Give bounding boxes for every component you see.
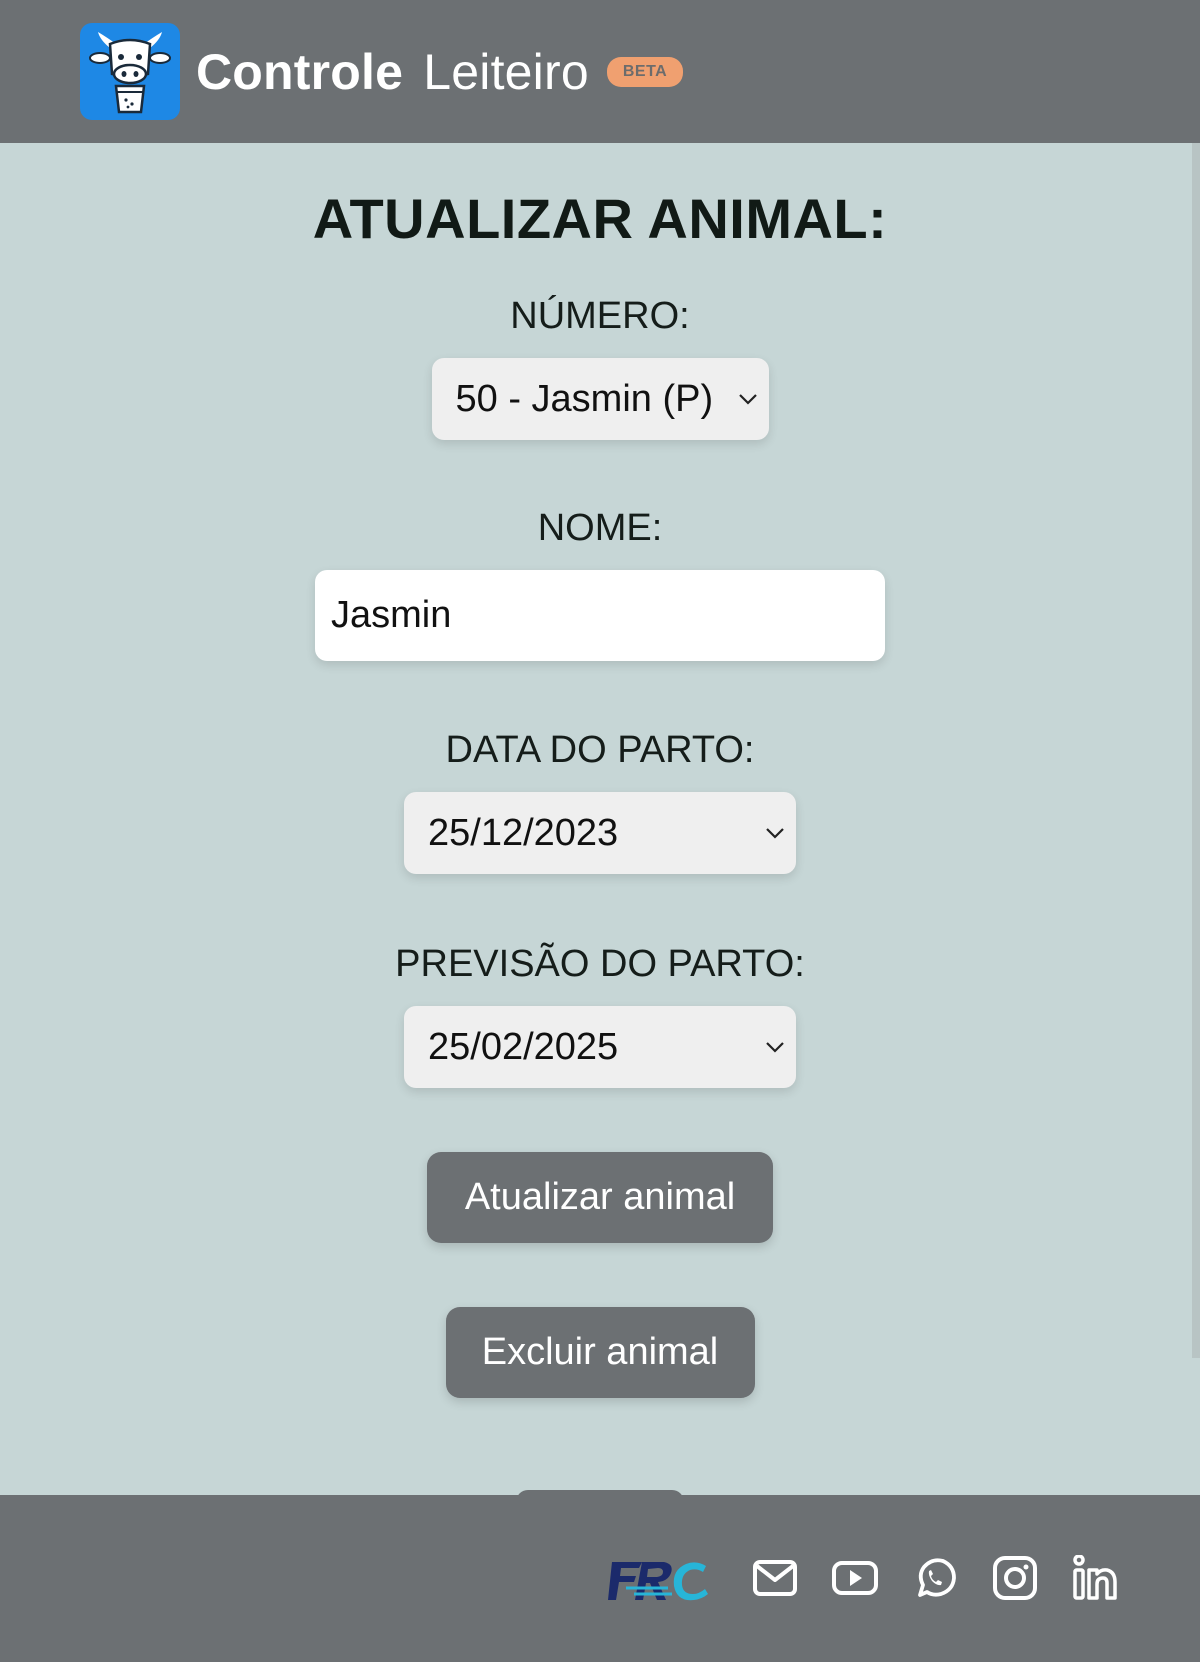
app-name: Controle Leiteiro [196, 43, 589, 101]
numero-select[interactable]: 50 - Jasmin (P) [431, 358, 769, 440]
previsao-parto-value: 25/02/2025 [428, 1025, 619, 1068]
nome-input-value: Jasmin [331, 594, 452, 636]
frc-logo-icon[interactable] [608, 1558, 710, 1604]
chevron-down-icon [766, 1042, 784, 1053]
app-name-light: Leiteiro [423, 43, 589, 100]
mail-icon[interactable] [752, 1555, 798, 1601]
previsao-parto-select[interactable]: 25/02/2025 [404, 1006, 796, 1088]
update-animal-button[interactable]: Atualizar animal [427, 1152, 773, 1243]
delete-animal-button[interactable]: Excluir animal [445, 1307, 755, 1398]
whatsapp-icon[interactable] [912, 1555, 958, 1601]
beta-badge: BETA [606, 56, 684, 87]
chevron-down-icon [766, 828, 784, 839]
nome-label: NOME: [537, 507, 663, 549]
numero-select-value: 50 - Jasmin (P) [455, 377, 714, 420]
instagram-icon[interactable] [992, 1555, 1038, 1601]
previsao-parto-label: PREVISÃO DO PARTO: [395, 943, 805, 985]
app-name-bold: Controle [196, 43, 404, 100]
page-title: ATUALIZAR ANIMAL: [312, 187, 888, 250]
cow-logo-icon [80, 23, 180, 120]
nome-input[interactable]: Jasmin [315, 570, 885, 661]
linkedin-icon[interactable] [1072, 1555, 1118, 1601]
data-parto-select[interactable]: 25/12/2023 [404, 792, 796, 874]
numero-label: NÚMERO: [510, 295, 690, 337]
app-header: Controle Leiteiro BETA [0, 0, 1200, 143]
update-animal-form: ATUALIZAR ANIMAL: NÚMERO: 50 - Jasmin (P… [0, 143, 1200, 1398]
data-parto-label: DATA DO PARTO: [445, 729, 755, 771]
brand[interactable]: Controle Leiteiro BETA [80, 23, 684, 120]
youtube-icon[interactable] [832, 1555, 878, 1601]
data-parto-value: 25/12/2023 [428, 811, 619, 854]
chevron-down-icon [738, 394, 757, 405]
